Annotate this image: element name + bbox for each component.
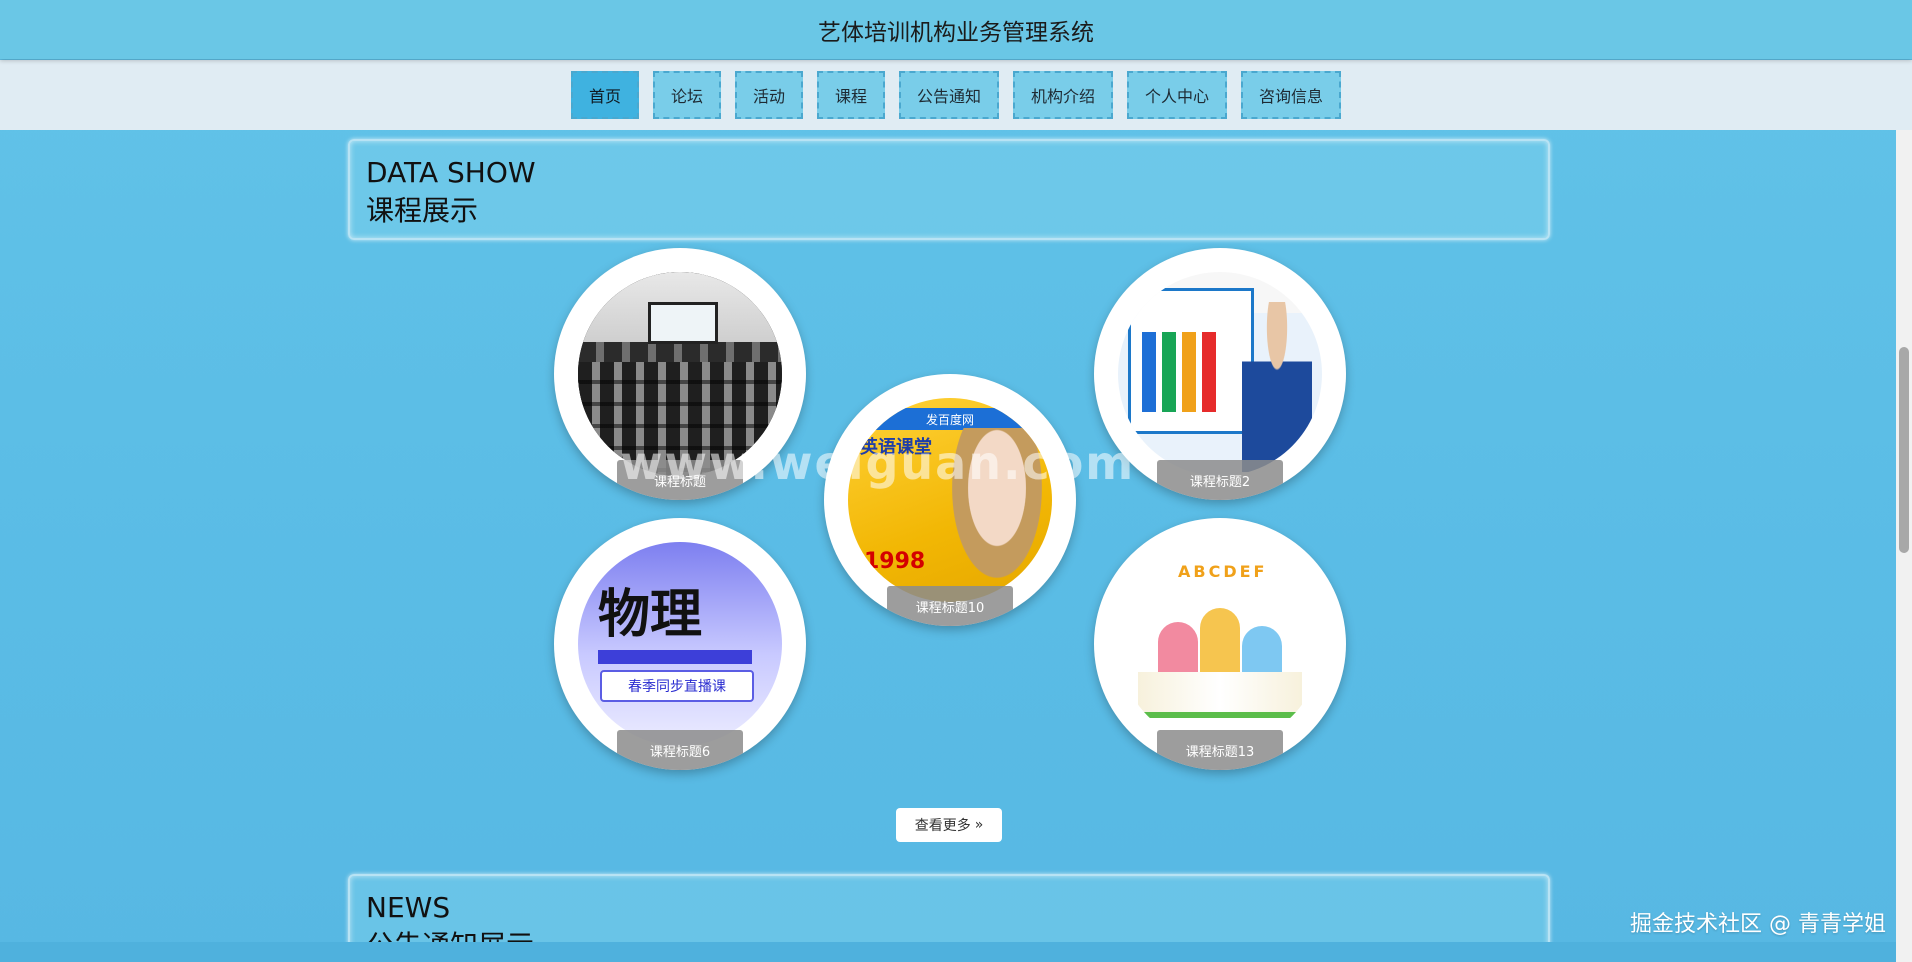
course-image: 物理 春季同步直播课 [578, 542, 782, 746]
course-card[interactable]: 课程标题2 [1094, 248, 1346, 500]
nav-item-announcements[interactable]: 公告通知 [899, 71, 1000, 119]
course-caption: 课程标题10 [887, 586, 1013, 626]
nav-item-about[interactable]: 机构介绍 [1013, 71, 1114, 119]
course-image [1118, 272, 1322, 476]
section-title-cn: 课程展示 [366, 194, 479, 227]
course-image [578, 272, 782, 476]
vertical-scrollbar[interactable] [1896, 130, 1912, 962]
main-nav: 首页 论坛 活动 课程 公告通知 机构介绍 个人中心 咨询信息 [0, 60, 1912, 130]
nav-item-consult[interactable]: 咨询信息 [1241, 71, 1342, 119]
section-title-en: NEWS [366, 891, 451, 924]
nav-item-activities[interactable]: 活动 [734, 71, 803, 119]
nav-item-forum[interactable]: 论坛 [652, 71, 721, 119]
course-image: ABCDEF [1118, 542, 1322, 746]
double-chevron-right-icon: » [974, 817, 984, 833]
data-show-header: DATA SHOW 课程展示 [348, 139, 1550, 240]
bottom-bar [0, 942, 1912, 962]
app-title: 艺体培训机构业务管理系统 [818, 19, 1094, 46]
view-more-label: 查看更多 [914, 818, 971, 834]
app-header: 艺体培训机构业务管理系统 [0, 0, 1912, 59]
nav-item-profile[interactable]: 个人中心 [1127, 71, 1228, 119]
course-card[interactable]: 发百度网 英语课堂 1998 课程标题10 [824, 374, 1076, 626]
course-caption: 课程标题2 [1157, 460, 1283, 500]
course-caption: 课程标题 [617, 460, 743, 500]
scrollbar-thumb[interactable] [1899, 347, 1909, 553]
course-card[interactable]: 物理 春季同步直播课 课程标题6 [554, 518, 806, 770]
section-title-en: DATA SHOW [366, 156, 536, 189]
course-caption: 课程标题13 [1157, 730, 1283, 770]
juejin-watermark: 掘金技术社区 @ 青青学姐 [1630, 912, 1886, 937]
course-image: 发百度网 英语课堂 1998 [848, 398, 1052, 602]
nav-item-home[interactable]: 首页 [570, 71, 639, 119]
nav-item-courses[interactable]: 课程 [816, 71, 885, 119]
view-more-button[interactable]: 查看更多 » [896, 808, 1002, 842]
course-card[interactable]: 课程标题 [554, 248, 806, 500]
course-caption: 课程标题6 [617, 730, 743, 770]
course-card[interactable]: ABCDEF 课程标题13 [1094, 518, 1346, 770]
